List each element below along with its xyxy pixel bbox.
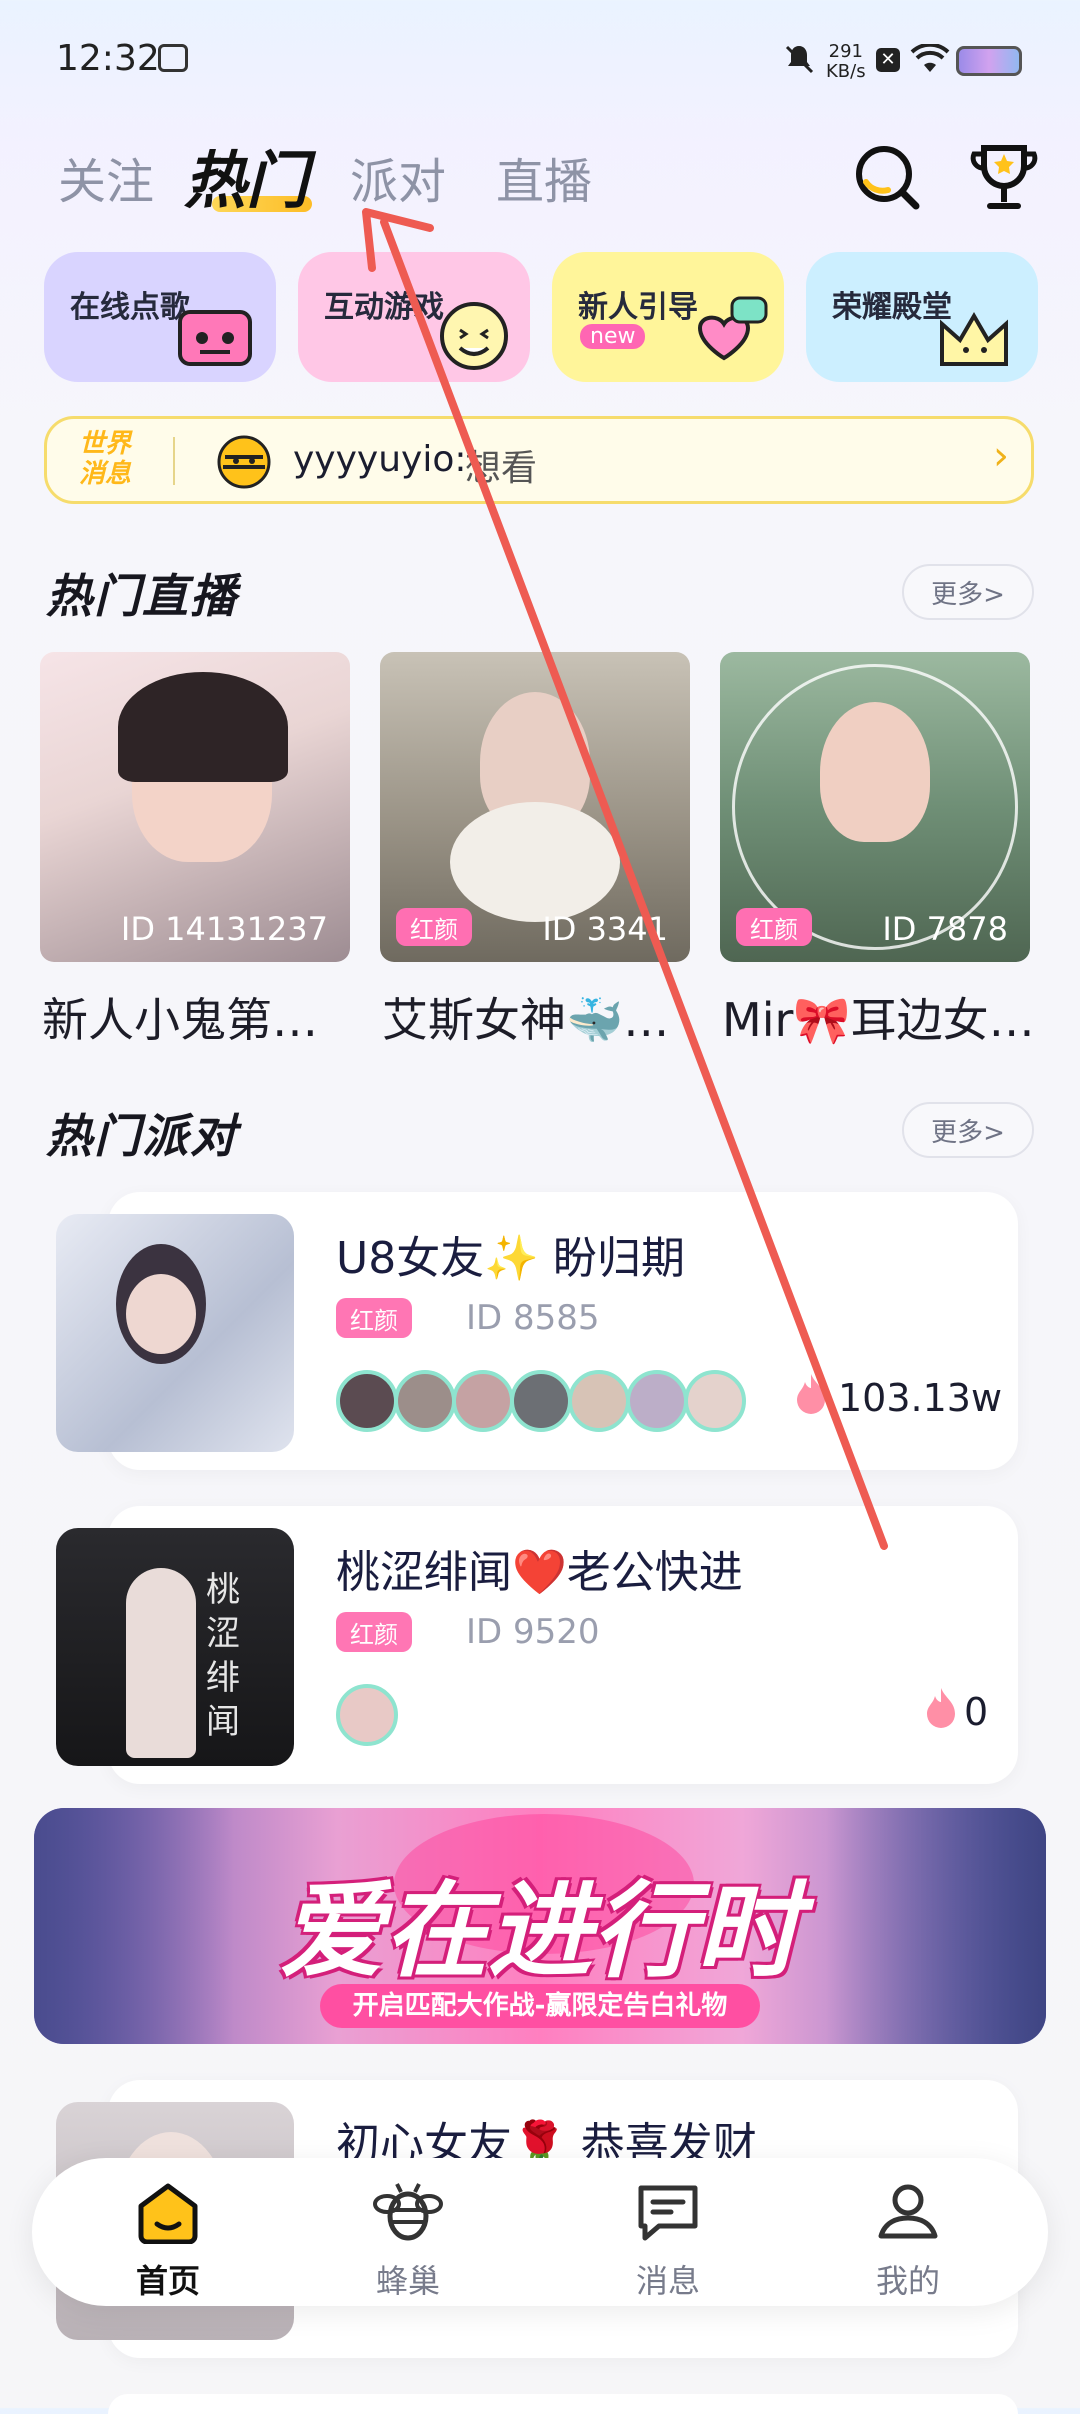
party-id: ID 9520 [466,1612,600,1652]
live-card-2[interactable]: 红颜 ID 3341 [380,652,690,962]
home-icon [98,2180,238,2248]
live-name-1[interactable]: 新人小鬼第… [42,984,360,1050]
live-card-1[interactable]: ID 14131237 [40,652,350,962]
live-id: ID 3341 [542,910,668,948]
tab-hot[interactable]: 热门 [184,130,308,220]
trophy-icon[interactable] [966,140,1042,220]
net-speed: 291 KB/s [826,42,866,82]
live-name-2[interactable]: 艾斯女神🐳… [382,984,700,1050]
search-icon[interactable] [852,142,924,218]
avatar [394,1370,456,1432]
party-cover [56,1214,294,1452]
quick-card-newbie[interactable]: 新人引导 new [552,252,784,382]
heart-chat-icon [670,294,770,374]
live-badge: 红颜 [736,908,812,946]
nav-messages[interactable]: 消息 [598,2180,738,2302]
quick-card-glory[interactable]: 荣耀殿堂 [806,252,1038,382]
avatar [336,1684,398,1746]
world-message-tag: 世界 消息 [79,429,132,489]
party-heat: 103.13w [838,1376,1003,1420]
hot-party-title: 热门派对 [46,1109,238,1163]
live-name-3[interactable]: Mir🎀耳边女… [722,984,1040,1050]
bee-icon [338,2180,478,2248]
flame-icon [794,1372,828,1422]
cover-figure [126,1568,196,1758]
profile-icon [838,2180,978,2248]
party-id: ID 8585 [466,1298,600,1338]
avatar [510,1370,572,1432]
wifi-icon [910,42,950,78]
status-time: 12:32 [56,38,160,79]
tab-follow[interactable]: 关注 [58,142,154,212]
nav-label: 首页 [135,2262,200,2300]
member-avatars [336,1370,746,1432]
bottom-nav: 首页 蜂巢 消息 我的 [32,2158,1048,2306]
nav-label: 消息 [635,2262,700,2300]
world-message-text: 想看 [465,448,538,489]
net-speed-unit: KB/s [826,61,866,82]
avatar [684,1370,746,1432]
tab-live[interactable]: 直播 [496,142,592,212]
message-icon [598,2180,738,2248]
net-speed-value: 291 [828,41,863,62]
world-message-user: yyyyuyio: [293,439,467,480]
banner-headline: 爱在进行时 [279,1870,800,1992]
chevron-right-icon: › [993,433,1009,479]
crown-icon [924,294,1024,374]
smiley-icon [416,294,516,374]
quick-card-game[interactable]: 互动游戏 [298,252,530,382]
party-title: 桃涩绯闻❤️老公快进 [336,1547,743,1598]
party-heat: 0 [964,1690,989,1734]
next-card-edge [108,2394,1018,2414]
member-avatars [336,1684,398,1746]
new-badge: new [580,324,646,349]
divider [173,437,175,485]
bouquet-image [450,802,620,922]
tab-party[interactable]: 派对 [350,142,446,212]
flame-icon [924,1686,958,1736]
party-badge: 红颜 [336,1298,412,1338]
avatar [626,1370,688,1432]
live-card-3[interactable]: 红颜 ID 7878 [720,652,1030,962]
party-cover: 桃涩绯闻 [56,1528,294,1766]
avatar [452,1370,514,1432]
cover-face [126,1274,196,1354]
battery-icon [956,46,1022,76]
screen-record-icon [158,44,188,72]
live-id: ID 7878 [882,910,1008,948]
nav-home[interactable]: 首页 [98,2180,238,2302]
live-badge: 红颜 [396,908,472,946]
bee-avatar-icon [217,435,271,493]
notification-x-icon: ✕ [876,48,900,72]
banner-sub: 开启匹配大作战-赢限定告白礼物 [320,1984,760,2028]
party-title: U8女友✨ 盼归期 [336,1233,685,1284]
cassette-icon [162,294,262,374]
mute-icon [782,42,816,80]
cover-title-art: 桃涩绯闻 [206,1570,240,1742]
nav-label: 我的 [875,2262,940,2300]
party-badge: 红颜 [336,1612,412,1652]
nav-profile[interactable]: 我的 [838,2180,978,2302]
hot-live-more-button[interactable]: 更多> [902,564,1034,620]
live-id: ID 14131237 [120,910,328,948]
avatar [568,1370,630,1432]
nav-label: 蜂巢 [375,2262,440,2300]
streamer-hair [118,672,288,782]
hot-party-more-button[interactable]: 更多> [902,1102,1034,1158]
streamer-photo [820,702,930,842]
world-message-bar[interactable]: 世界 消息 yyyyuyio: 想看 › [44,416,1034,504]
quick-card-song[interactable]: 在线点歌 [44,252,276,382]
event-banner[interactable]: 爱在进行时 开启匹配大作战-赢限定告白礼物 [34,1808,1046,2044]
avatar [336,1370,398,1432]
status-bar: 12:32 291 KB/s ✕ [0,0,1080,120]
hot-live-title: 热门直播 [46,569,238,623]
nav-hive[interactable]: 蜂巢 [338,2180,478,2302]
